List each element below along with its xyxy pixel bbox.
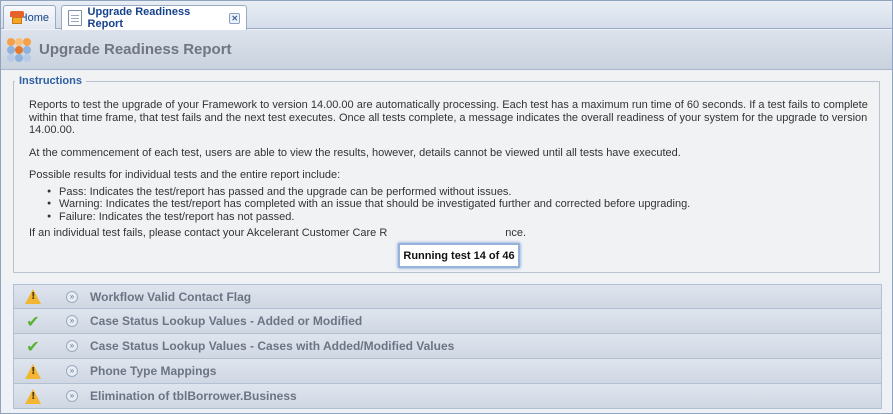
- checkmark-icon: ✔: [26, 336, 40, 356]
- contact-paragraph: If an individual test fails, please cont…: [29, 227, 875, 240]
- instructions-paragraph: At the commencement of each test, users …: [29, 146, 681, 159]
- test-title: Phone Type Mappings: [90, 364, 217, 378]
- test-row[interactable]: » Phone Type Mappings: [13, 359, 882, 384]
- expand-icon[interactable]: »: [66, 290, 78, 303]
- tab-home[interactable]: Home: [3, 5, 56, 29]
- warning-icon: [25, 289, 41, 304]
- document-icon: [68, 10, 82, 26]
- test-results-list: » Workflow Valid Contact Flag ✔ » Case S…: [13, 284, 882, 409]
- report-logo-icon: [7, 37, 31, 62]
- test-row[interactable]: ✔ » Case Status Lookup Values - Cases wi…: [13, 334, 882, 359]
- progress-popup: Running test 14 of 46: [398, 243, 520, 268]
- test-title: Workflow Valid Contact Flag: [90, 289, 252, 304]
- expand-icon[interactable]: »: [66, 390, 78, 402]
- tab-upgrade-readiness-report[interactable]: Upgrade Readiness Report ✕: [61, 5, 247, 30]
- expand-icon[interactable]: »: [66, 365, 78, 377]
- warning-icon: [25, 363, 41, 379]
- close-icon[interactable]: ✕: [229, 12, 240, 24]
- tab-home-label: Home: [19, 11, 49, 24]
- checkmark-icon: ✔: [26, 311, 40, 331]
- test-title: Case Status Lookup Values - Added or Mod…: [90, 314, 363, 328]
- instructions-paragraph: Reports to test the upgrade of your Fram…: [29, 99, 868, 136]
- test-row[interactable]: ✔ » Case Status Lookup Values - Added or…: [13, 309, 882, 334]
- instructions-legend: Instructions: [15, 75, 86, 87]
- test-title: Elimination of tblBorrower.Business: [90, 389, 297, 403]
- tab-bar: Home Upgrade Readiness Report ✕: [1, 1, 892, 30]
- test-row[interactable]: » Elimination of tblBorrower.Business: [13, 384, 882, 409]
- home-icon: [10, 11, 24, 24]
- instructions-text: Reports to test the upgrade of your Fram…: [29, 99, 875, 250]
- list-item: Pass: Indicates the test/report has pass…: [47, 186, 875, 199]
- contact-text-start: If an individual test fails, please cont…: [29, 227, 388, 239]
- instructions-paragraph: Possible results for individual tests an…: [29, 169, 341, 181]
- page-header: Upgrade Readiness Report: [1, 30, 892, 70]
- expand-icon[interactable]: »: [66, 340, 78, 352]
- tab-report-label: Upgrade Readiness Report: [87, 6, 191, 30]
- result-types-list: Pass: Indicates the test/report has pass…: [47, 186, 875, 224]
- expand-icon[interactable]: »: [66, 315, 78, 327]
- list-item: Warning: Indicates the test/report has c…: [47, 198, 875, 211]
- contact-text-end: nce.: [505, 227, 527, 239]
- test-title: Case Status Lookup Values - Cases with A…: [90, 339, 455, 353]
- page-title: Upgrade Readiness Report: [39, 41, 232, 58]
- app-frame: Home Upgrade Readiness Report ✕ Upgrade …: [0, 0, 893, 414]
- test-row[interactable]: » Workflow Valid Contact Flag: [13, 284, 882, 309]
- list-item: Failure: Indicates the test/report has n…: [47, 211, 875, 224]
- warning-icon: [25, 388, 41, 404]
